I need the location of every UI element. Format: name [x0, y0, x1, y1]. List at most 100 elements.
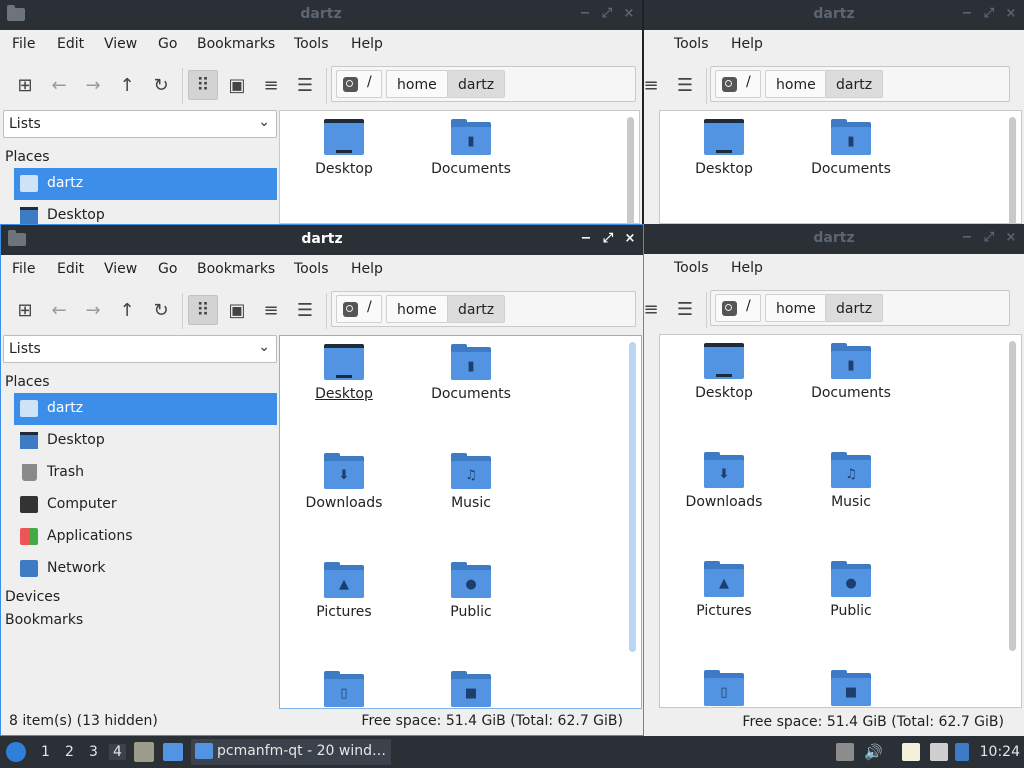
- sidebar-item-dartz[interactable]: dartz: [14, 168, 277, 200]
- file-item[interactable]: ■: [791, 670, 911, 706]
- minimize-button[interactable]: −: [960, 230, 974, 245]
- workspace-1[interactable]: 1: [41, 744, 50, 760]
- detailed-view-button[interactable]: ≡: [644, 70, 666, 100]
- file-item[interactable]: Desktop: [284, 344, 404, 402]
- file-item[interactable]: ⬇ Downloads: [284, 453, 404, 511]
- breadcrumb-root[interactable]: /: [715, 70, 761, 98]
- sidebar-item-trash[interactable]: Trash: [14, 457, 277, 489]
- maximize-button[interactable]: ⤢: [982, 6, 996, 21]
- file-item[interactable]: ■: [411, 671, 531, 707]
- menu-go[interactable]: Go: [158, 36, 177, 52]
- menu-tools[interactable]: Tools: [294, 36, 329, 52]
- icon-view-button[interactable]: ⠿: [188, 295, 218, 325]
- file-item[interactable]: ▮ Documents: [791, 343, 911, 401]
- icon-view-button[interactable]: ⠿: [188, 70, 218, 100]
- breadcrumb-home[interactable]: home: [765, 70, 827, 98]
- sidebar-item-network[interactable]: Network: [14, 553, 277, 585]
- file-item[interactable]: ▮ Documents: [411, 344, 531, 402]
- menu-go[interactable]: Go: [158, 261, 177, 277]
- sidebar-item-desktop[interactable]: Desktop: [14, 200, 277, 224]
- file-item[interactable]: ♫ Music: [791, 452, 911, 510]
- maximize-button[interactable]: ⤢: [601, 231, 615, 246]
- menu-tools[interactable]: Tools: [674, 36, 709, 52]
- breadcrumb-home[interactable]: home: [386, 70, 448, 98]
- menu-bookmarks[interactable]: Bookmarks: [197, 36, 275, 52]
- menu-view[interactable]: View: [104, 261, 137, 277]
- title-bar[interactable]: dartz − ⤢ ×: [644, 224, 1024, 254]
- detailed-view-button[interactable]: ≡: [644, 294, 666, 324]
- sidebar-item-computer[interactable]: Computer: [14, 489, 277, 521]
- thumbnail-view-button[interactable]: ▣: [222, 70, 252, 100]
- compact-view-button[interactable]: ☰: [670, 70, 700, 100]
- file-item[interactable]: ⬇ Downloads: [664, 452, 784, 510]
- file-view[interactable]: Desktop ▮ Documents: [279, 110, 640, 224]
- close-button[interactable]: ×: [1004, 6, 1018, 21]
- close-button[interactable]: ×: [622, 6, 636, 21]
- minimize-button[interactable]: −: [579, 231, 593, 246]
- file-item[interactable]: Desktop: [664, 343, 784, 401]
- up-button[interactable]: ↑: [112, 295, 142, 325]
- new-tab-button[interactable]: ⊞: [10, 295, 40, 325]
- menu-help[interactable]: Help: [731, 36, 763, 52]
- clipboard-icon[interactable]: [902, 743, 920, 761]
- menu-help[interactable]: Help: [351, 36, 383, 52]
- maximize-button[interactable]: ⤢: [600, 6, 614, 21]
- file-manager-launcher-icon[interactable]: [134, 742, 154, 762]
- menu-bookmarks[interactable]: Bookmarks: [197, 261, 275, 277]
- thumbnail-view-button[interactable]: ▣: [222, 295, 252, 325]
- sidebar-item-desktop[interactable]: Desktop: [14, 425, 277, 457]
- menu-view[interactable]: View: [104, 36, 137, 52]
- sidebar-mode-select[interactable]: Lists ⌄: [3, 335, 277, 363]
- close-button[interactable]: ×: [1004, 230, 1018, 245]
- breadcrumb-dartz[interactable]: dartz: [825, 70, 884, 98]
- vertical-scrollbar[interactable]: [627, 117, 634, 223]
- show-desktop-icon[interactable]: [163, 743, 183, 761]
- menu-file[interactable]: File: [12, 36, 35, 52]
- breadcrumb-home[interactable]: home: [765, 294, 827, 322]
- up-button[interactable]: ↑: [112, 70, 142, 100]
- breadcrumb-root[interactable]: /: [336, 295, 382, 323]
- new-tab-button[interactable]: ⊞: [10, 70, 40, 100]
- file-item[interactable]: ▲ Pictures: [284, 562, 404, 620]
- workspace-3[interactable]: 3: [89, 744, 98, 760]
- title-bar[interactable]: dartz − ⤢ ×: [1, 225, 643, 255]
- start-menu-icon[interactable]: [6, 742, 26, 762]
- file-item[interactable]: ● Public: [791, 561, 911, 619]
- minimize-button[interactable]: −: [578, 6, 592, 21]
- back-button[interactable]: ←: [44, 295, 74, 325]
- breadcrumb-home[interactable]: home: [386, 295, 448, 323]
- file-item[interactable]: ▯: [664, 670, 784, 706]
- menu-help[interactable]: Help: [351, 261, 383, 277]
- breadcrumb-dartz[interactable]: dartz: [825, 294, 884, 322]
- reload-button[interactable]: ↻: [146, 70, 176, 100]
- workspace-2[interactable]: 2: [65, 744, 74, 760]
- close-button[interactable]: ×: [623, 231, 637, 246]
- title-bar[interactable]: dartz − ⤢ ×: [0, 0, 642, 30]
- workspace-4[interactable]: 4: [109, 744, 126, 760]
- file-item[interactable]: Desktop: [664, 119, 784, 177]
- compact-view-button[interactable]: ≡: [256, 295, 286, 325]
- breadcrumb-dartz[interactable]: dartz: [447, 70, 506, 98]
- file-view[interactable]: Desktop ▮ Documents ⬇ Downloads ♫ Music …: [279, 335, 642, 709]
- file-item[interactable]: ▯: [284, 671, 404, 707]
- minimize-button[interactable]: −: [960, 6, 974, 21]
- file-item[interactable]: ▮ Documents: [411, 119, 531, 177]
- sidebar-item-dartz[interactable]: dartz: [14, 393, 277, 425]
- vertical-scrollbar[interactable]: [1009, 341, 1016, 651]
- sidebar-item-applications[interactable]: Applications: [14, 521, 277, 553]
- detailed-view-button[interactable]: ☰: [290, 70, 320, 100]
- update-notifier-icon[interactable]: [955, 743, 969, 761]
- volume-icon[interactable]: 🔊: [864, 743, 883, 761]
- forward-button[interactable]: →: [78, 70, 108, 100]
- file-item[interactable]: ▮ Documents: [791, 119, 911, 177]
- file-item[interactable]: ♫ Music: [411, 453, 531, 511]
- menu-tools[interactable]: Tools: [674, 260, 709, 276]
- vertical-scrollbar[interactable]: [1009, 117, 1016, 223]
- file-view[interactable]: Desktop ▮ Documents: [659, 110, 1022, 224]
- menu-edit[interactable]: Edit: [57, 261, 84, 277]
- sidebar-mode-select[interactable]: Lists ⌄: [3, 110, 277, 138]
- compact-view-button[interactable]: ≡: [256, 70, 286, 100]
- file-view[interactable]: Desktop ▮ Documents ⬇ Downloads ♫ Music …: [659, 334, 1022, 708]
- eject-icon[interactable]: [836, 743, 854, 761]
- task-button-pcmanfm[interactable]: pcmanfm-qt - 20 wind…: [191, 739, 391, 765]
